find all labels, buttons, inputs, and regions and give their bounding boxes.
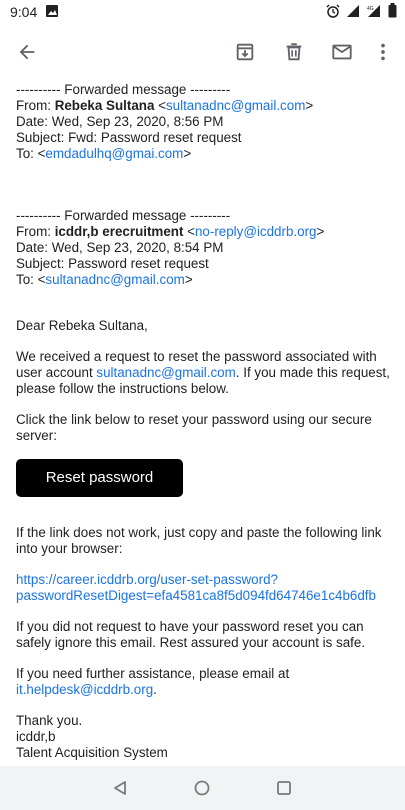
back-button[interactable]: [5, 24, 49, 80]
more-vert-icon: [381, 43, 385, 61]
paragraph-assistance: If you need further assistance, please e…: [16, 666, 398, 698]
to-email-link[interactable]: sultanadnc@gmail.com: [45, 272, 184, 287]
greeting: Dear Rebeka Sultana,: [16, 318, 148, 333]
nav-recents-icon: [277, 781, 291, 795]
from-line: From: icddr,b erecruitment <no-reply@icd…: [16, 224, 325, 239]
from-email-link[interactable]: sultanadnc@gmail.com: [166, 98, 305, 113]
signature-line: Thank you.: [16, 713, 83, 728]
subject-line: Subject: Password reset request: [16, 256, 209, 271]
to-line: To: <sultanadnc@gmail.com>: [16, 272, 193, 287]
paragraph-request: We received a request to reset the passw…: [16, 349, 398, 397]
from-line: From: Rebeka Sultana <sultanadnc@gmail.c…: [16, 98, 314, 113]
paragraph-copy-link: If the link does not work, just copy and…: [16, 525, 382, 556]
archive-icon: [236, 43, 254, 61]
to-line: To: <emdadulhq@gmai.com>: [16, 146, 192, 161]
system-navigation-bar: [0, 766, 405, 810]
paragraph-ignore: If you did not request to have your pass…: [16, 619, 366, 650]
delete-icon: [286, 43, 302, 61]
nav-home-button[interactable]: [188, 774, 216, 802]
paragraph-text: If you need further assistance, please e…: [16, 666, 290, 681]
reset-link-line-1[interactable]: https://career.icddrb.org/user-set-passw…: [16, 572, 278, 587]
to-email-link[interactable]: emdadulhq@gmai.com: [45, 146, 183, 161]
delete-button[interactable]: [272, 24, 316, 80]
nav-back-icon: [114, 781, 126, 795]
to-label: To:: [16, 272, 38, 287]
svg-text:4G: 4G: [367, 6, 374, 12]
forwarded-header: ---------- Forwarded message ---------: [16, 82, 231, 97]
from-email-link[interactable]: no-reply@icddrb.org: [195, 224, 317, 239]
status-bar: 9:04 4G: [0, 0, 405, 24]
signature: Thank you. icddr,b Talent Acquisition Sy…: [16, 713, 398, 761]
email-toolbar: [0, 24, 405, 80]
reset-link[interactable]: https://career.icddrb.org/user-set-passw…: [16, 572, 398, 604]
reset-link-line-2[interactable]: passwordResetDigest=efa4581ca8f5d094fd64…: [16, 588, 376, 603]
paragraph-instructions: Click the link below to reset your passw…: [16, 412, 372, 443]
reset-password-button[interactable]: Reset password: [16, 459, 183, 497]
from-name: Rebeka Sultana: [54, 98, 155, 113]
paragraph-text: .: [153, 682, 157, 697]
forwarded-block-2: ---------- Forwarded message --------- F…: [16, 208, 398, 288]
alarm-icon: [326, 3, 340, 18]
back-arrow-icon: [19, 44, 35, 60]
reset-button-wrapper: Reset password: [16, 459, 398, 497]
nav-home-icon: [194, 780, 210, 796]
battery-icon: [388, 3, 397, 18]
forwarded-block-1: ---------- Forwarded message --------- F…: [16, 82, 398, 162]
more-options-button[interactable]: [361, 24, 405, 80]
nav-recents-button[interactable]: [270, 774, 298, 802]
mark-unread-icon: [332, 44, 352, 60]
forwarded-header: ---------- Forwarded message ---------: [16, 208, 231, 223]
to-label: To:: [16, 146, 38, 161]
signature-line: icddr,b: [16, 729, 56, 744]
account-email-link[interactable]: sultanadnc@gmail.com: [96, 365, 235, 380]
from-name: icddr,b erecruitment: [54, 224, 184, 239]
signal-4g-icon: 4G: [367, 4, 380, 17]
from-label: From:: [16, 98, 55, 113]
archive-button[interactable]: [223, 24, 267, 80]
signature-line: Talent Acquisition System: [16, 745, 168, 760]
email-body: ---------- Forwarded message --------- F…: [16, 80, 398, 761]
date-line: Date: Wed, Sep 23, 2020, 8:54 PM: [16, 240, 224, 255]
status-icons: 4G: [326, 3, 397, 18]
helpdesk-email-link[interactable]: it.helpdesk@icddrb.org: [16, 682, 153, 697]
signal-icon: [347, 4, 359, 17]
subject-line: Subject: Fwd: Password reset request: [16, 130, 242, 145]
mark-unread-button[interactable]: [320, 24, 364, 80]
date-line: Date: Wed, Sep 23, 2020, 8:56 PM: [16, 114, 224, 129]
photo-notification-icon: [46, 5, 58, 17]
from-label: From:: [16, 224, 55, 239]
status-time: 9:04: [10, 4, 38, 20]
nav-back-button[interactable]: [106, 774, 134, 802]
